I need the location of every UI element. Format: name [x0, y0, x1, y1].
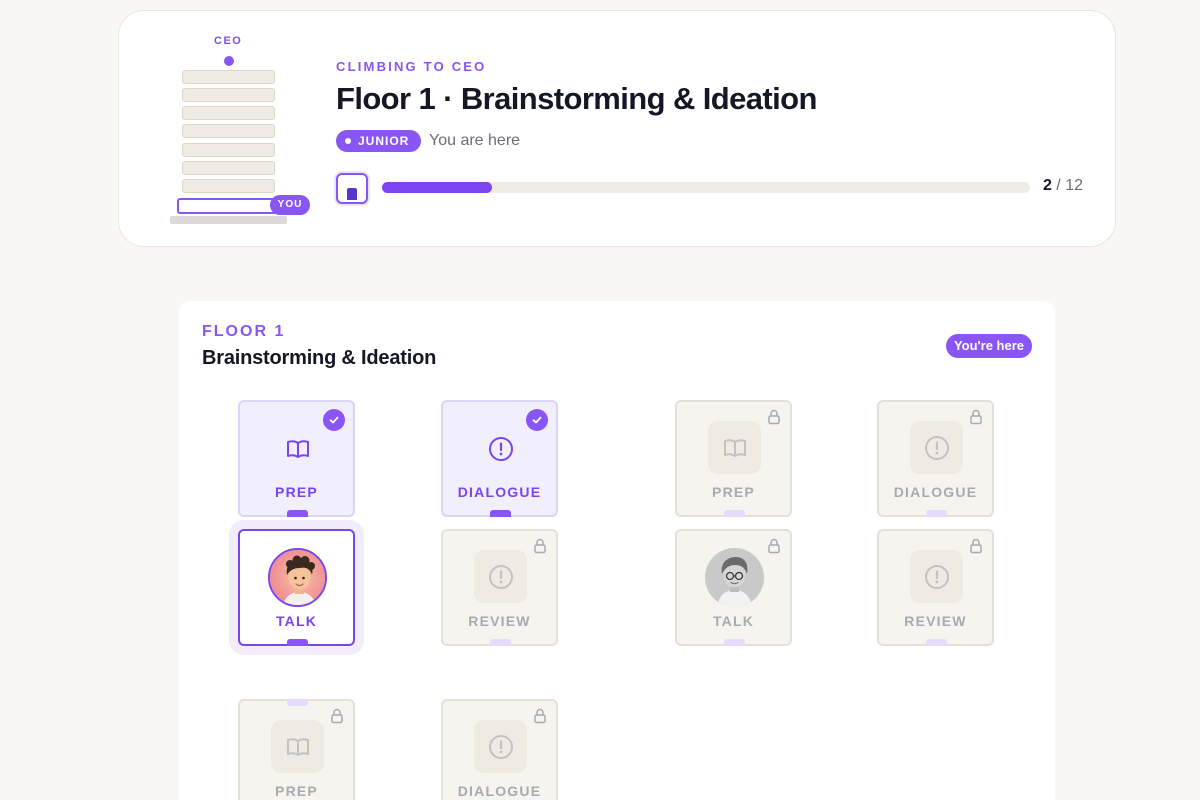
floor-door-icon — [336, 173, 368, 204]
exclamation-circle-icon — [924, 435, 949, 460]
step-dialogue-completed[interactable]: DIALOGUE — [441, 400, 558, 517]
progress-header-card: CEO YOU CLIMBING TO CEO Floor 1 · Brains… — [118, 10, 1116, 247]
tower-ceo-label: CEO — [214, 35, 243, 47]
floor-name: Brainstorming & Ideation — [202, 347, 437, 369]
tower-floor — [182, 179, 275, 193]
exclamation-circle-icon — [489, 437, 513, 461]
checkmark-icon — [323, 409, 345, 431]
step-label: TALK — [275, 613, 318, 629]
tower-floor — [182, 106, 275, 120]
step-label: REVIEW — [468, 613, 531, 629]
tower-floor — [182, 124, 275, 138]
lock-icon — [534, 708, 546, 724]
exclamation-circle-icon — [488, 564, 513, 589]
book-icon — [287, 440, 309, 458]
step-label: PREP — [275, 484, 318, 500]
step-connector — [926, 510, 947, 517]
step-label: REVIEW — [904, 613, 967, 629]
step-review-locked[interactable]: REVIEW — [441, 529, 558, 646]
step-icon-box — [910, 421, 963, 474]
character-avatar — [268, 548, 327, 607]
exclamation-circle-icon — [488, 734, 513, 759]
step-icon-box — [474, 550, 527, 603]
header-kicker: CLIMBING TO CEO — [336, 59, 487, 74]
progress-count: 2 / 12 — [1043, 177, 1083, 195]
step-talk-current[interactable]: TALK — [238, 529, 355, 646]
checkmark-icon — [526, 409, 548, 431]
book-icon — [286, 737, 309, 756]
page-title: Floor 1 · Brainstorming & Ideation — [336, 81, 817, 116]
tower-floor — [182, 70, 275, 84]
step-icon-box — [708, 421, 761, 474]
lock-icon — [768, 409, 780, 425]
step-connector — [926, 639, 947, 646]
career-tower-illustration: CEO YOU — [119, 11, 319, 248]
progress-bar — [382, 182, 1030, 193]
progress-current: 2 — [1042, 177, 1052, 194]
step-dialogue-locked[interactable]: DIALOGUE — [441, 699, 558, 800]
progress-total: 12 — [1065, 177, 1083, 194]
floor-label: FLOOR 1 — [202, 323, 286, 340]
level-badge-label: JUNIOR — [358, 134, 410, 148]
lock-icon — [768, 538, 780, 554]
step-connector — [287, 699, 308, 706]
exclamation-circle-icon — [924, 564, 949, 589]
progress-bar-fill — [382, 182, 493, 193]
step-label: PREP — [275, 783, 318, 799]
step-icon-box — [474, 720, 527, 773]
floor-panel: FLOOR 1 Brainstorming & Ideation You're … — [179, 301, 1055, 800]
progress-separator: / — [1056, 177, 1061, 194]
step-label: DIALOGUE — [457, 484, 542, 500]
badge-dot-icon — [345, 138, 351, 144]
step-connector — [490, 510, 511, 517]
step-prep-locked[interactable]: PREP — [675, 400, 792, 517]
tower-top-marker — [224, 56, 234, 66]
step-talk-locked[interactable]: TALK — [675, 529, 792, 646]
step-prep-completed[interactable]: PREP — [238, 400, 355, 517]
tower-floor — [182, 88, 275, 102]
step-connector — [724, 510, 745, 517]
lock-icon — [970, 538, 982, 554]
book-icon — [723, 438, 746, 457]
character-avatar-locked — [705, 548, 764, 607]
step-connector — [287, 510, 308, 517]
step-prep-locked[interactable]: PREP — [238, 699, 355, 800]
step-connector — [724, 639, 745, 646]
lock-icon — [331, 708, 343, 724]
youre-here-badge: You're here — [946, 334, 1032, 358]
step-review-locked[interactable]: REVIEW — [877, 529, 994, 646]
lock-icon — [970, 409, 982, 425]
step-label: DIALOGUE — [457, 783, 542, 799]
step-connector — [490, 639, 511, 646]
step-dialogue-locked[interactable]: DIALOGUE — [877, 400, 994, 517]
tower-floor — [182, 143, 275, 157]
lock-icon — [534, 538, 546, 554]
level-badge: JUNIOR — [336, 130, 422, 152]
tower-floor — [182, 161, 275, 175]
you-badge: YOU — [270, 195, 310, 215]
step-label: PREP — [712, 484, 755, 500]
step-icon-box — [271, 720, 324, 773]
step-icon-box — [910, 550, 963, 603]
step-connector — [287, 639, 308, 646]
location-text: You are here — [429, 132, 521, 149]
step-label: DIALOGUE — [893, 484, 978, 500]
tower-base — [170, 216, 287, 224]
step-label: TALK — [712, 613, 755, 629]
